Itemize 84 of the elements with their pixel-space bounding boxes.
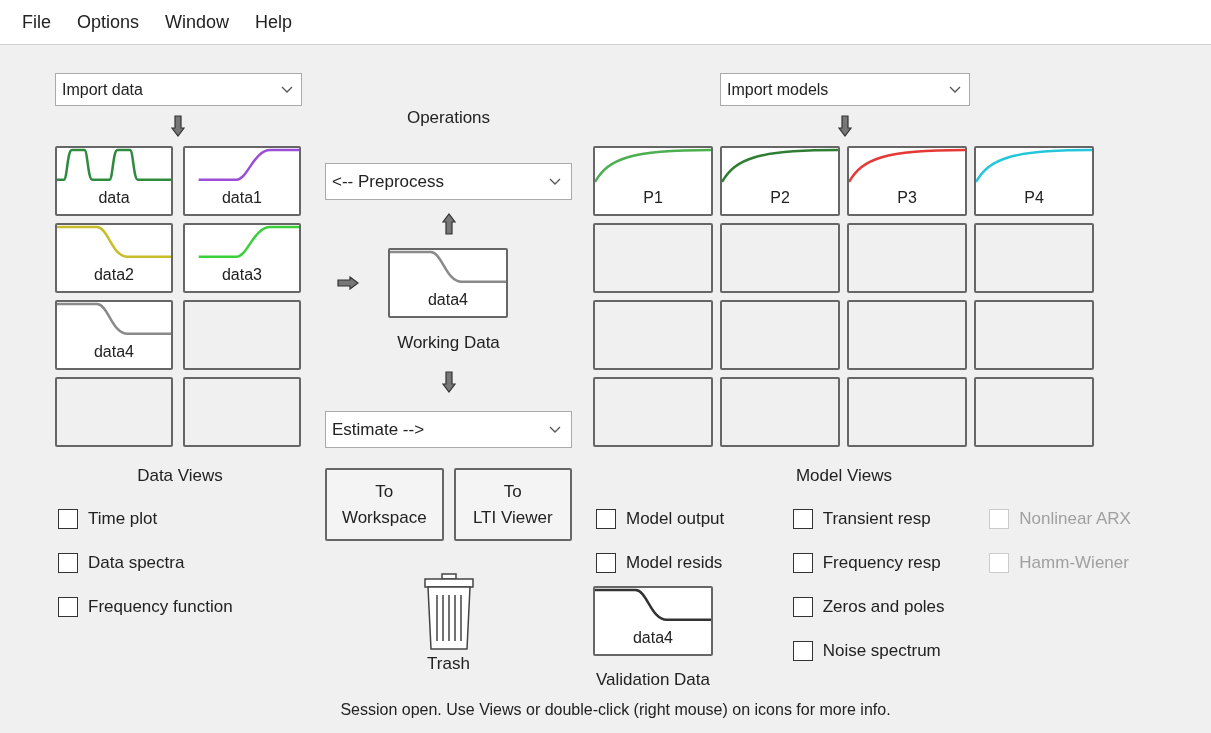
menu-item[interactable]: Window xyxy=(165,9,230,35)
action-button[interactable]: To LTI Viewer xyxy=(453,468,572,541)
checkbox[interactable] xyxy=(792,553,813,573)
tile-label: P2 xyxy=(770,188,790,208)
checkbox[interactable] xyxy=(792,509,813,529)
checkbox[interactable] xyxy=(792,597,813,617)
empty-tile[interactable] xyxy=(974,300,1094,370)
empty-tile[interactable] xyxy=(593,377,713,447)
empty-tile[interactable] xyxy=(847,300,967,370)
action-button[interactable]: To Workspace xyxy=(325,468,444,541)
empty-tile[interactable] xyxy=(593,223,713,293)
checkbox-label: Frequency function xyxy=(88,597,233,617)
data-tile[interactable]: data4 xyxy=(593,586,713,656)
checkbox-label: Nonlinear ARX xyxy=(1019,509,1131,529)
working-data-label: Working Data xyxy=(397,333,500,353)
down-arrow-icon xyxy=(171,115,185,137)
section-title: Operations xyxy=(406,108,491,128)
tile-label: data4 xyxy=(632,628,673,648)
empty-tile[interactable] xyxy=(974,223,1094,293)
menu-item[interactable]: File xyxy=(22,9,51,35)
checkbox-label: Hamm-Wiener xyxy=(1019,553,1129,573)
tile-label: data1 xyxy=(221,188,262,208)
caret-icon xyxy=(549,425,561,434)
data-tile[interactable]: data4 xyxy=(388,248,508,318)
estimate-dropdown[interactable]: Estimate --> xyxy=(325,411,572,448)
empty-tile[interactable] xyxy=(720,377,840,447)
data-tile[interactable]: P1 xyxy=(593,146,713,216)
checkbox[interactable] xyxy=(596,553,616,573)
tile-label: data xyxy=(98,188,130,208)
checkbox-label: Time plot xyxy=(88,509,158,529)
preprocess-dropdown[interactable]: <-- Preprocess xyxy=(325,163,572,200)
caret-icon xyxy=(281,85,293,94)
empty-tile[interactable] xyxy=(847,223,967,293)
down-arrow-icon xyxy=(838,115,852,137)
up-arrow-icon xyxy=(441,213,456,235)
checkbox-label: Frequency resp xyxy=(822,553,941,573)
data-tile[interactable]: data2 xyxy=(55,223,173,293)
checkbox[interactable] xyxy=(792,641,813,661)
checkbox[interactable] xyxy=(58,597,78,617)
checkbox-label: Noise spectrum xyxy=(822,641,941,661)
validation-data-label: Validation Data xyxy=(595,670,710,690)
empty-tile[interactable] xyxy=(593,300,713,370)
menu-item[interactable]: Options xyxy=(77,9,140,35)
empty-tile[interactable] xyxy=(974,377,1094,447)
down-arrow-icon xyxy=(441,371,456,393)
tile-label: data2 xyxy=(93,265,134,285)
import-models-dropdown[interactable]: Import models xyxy=(720,73,970,106)
tile-label: P1 xyxy=(643,188,663,208)
empty-tile[interactable] xyxy=(720,223,840,293)
data-tile[interactable]: P2 xyxy=(720,146,840,216)
section-title: Data Views xyxy=(136,466,224,486)
right-arrow-icon xyxy=(337,276,359,290)
tile-label: P3 xyxy=(897,188,917,208)
data-tile[interactable]: data4 xyxy=(55,300,173,370)
checkbox-label: Data spectra xyxy=(88,553,185,573)
tile-label: data4 xyxy=(427,290,468,310)
empty-tile[interactable] xyxy=(720,300,840,370)
data-tile[interactable]: data1 xyxy=(183,146,301,216)
checkbox-label: Model output xyxy=(626,509,725,529)
data-tile[interactable]: P4 xyxy=(974,146,1094,216)
checkbox[interactable] xyxy=(58,509,78,529)
caret-icon xyxy=(549,177,561,186)
tile-label: data4 xyxy=(93,342,134,362)
empty-tile[interactable] xyxy=(183,377,301,447)
checkbox-label: Zeros and poles xyxy=(822,597,945,617)
trash-icon[interactable] xyxy=(422,573,475,651)
tile-label: data3 xyxy=(221,265,262,285)
empty-tile[interactable] xyxy=(183,300,301,370)
data-tile[interactable]: data3 xyxy=(183,223,301,293)
checkbox[interactable] xyxy=(58,553,78,573)
import-data-dropdown[interactable]: Import data xyxy=(55,73,302,106)
empty-tile[interactable] xyxy=(847,377,967,447)
checkbox-label: Transient resp xyxy=(822,509,931,529)
empty-tile[interactable] xyxy=(55,377,173,447)
checkbox-label: Model resids xyxy=(626,553,723,573)
section-title: Model Views xyxy=(794,466,894,486)
caret-icon xyxy=(949,85,961,94)
status-text: Session open. Use Views or double-click (right mouse) on icons for more info. xyxy=(339,700,892,720)
data-tile[interactable]: P3 xyxy=(847,146,967,216)
trash-label: Trash xyxy=(427,654,470,674)
data-tile[interactable]: data xyxy=(55,146,173,216)
checkbox[interactable] xyxy=(596,509,616,529)
tile-label: P4 xyxy=(1024,188,1044,208)
menu-item[interactable]: Help xyxy=(255,9,293,35)
